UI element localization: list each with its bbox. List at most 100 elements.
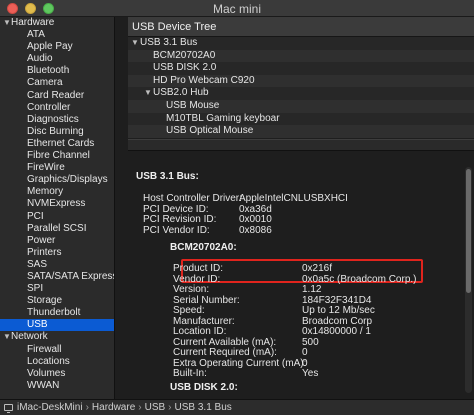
usb-device-tree: USB Device Tree ▼USB 3.1 Bus BCM20702A0 … <box>128 17 474 138</box>
tree-row-bcm20702a0[interactable]: BCM20702A0 <box>128 49 474 63</box>
path-segment[interactable]: iMac-DeskMini <box>17 402 83 413</box>
sidebar-item-parallel-scsi[interactable]: Parallel SCSI <box>0 223 114 235</box>
detail-value: Up to 12 Mb/sec <box>302 305 375 316</box>
detail-value: 0x0010 <box>239 214 272 225</box>
detail-key: Version: <box>173 284 210 295</box>
detail-row: Current Required (mA): 0 <box>173 347 473 358</box>
sidebar-item-apple-pay[interactable]: Apple Pay <box>0 41 114 53</box>
sidebar-item-card-reader[interactable]: Card Reader <box>0 90 114 102</box>
detail-row: Extra Operating Current (mA): 0 <box>173 358 473 369</box>
detail-key: Current Required (mA): <box>173 347 277 358</box>
sidebar-item-firewall[interactable]: Firewall <box>0 344 114 356</box>
detail-key: Location ID: <box>173 326 227 337</box>
sidebar-item-pci[interactable]: PCI <box>0 211 114 223</box>
sidebar-group-label: Hardware <box>11 17 55 28</box>
detail-value: Yes <box>302 368 319 379</box>
detail-value: 0x8086 <box>239 224 272 236</box>
detail-row: Speed: Up to 12 Mb/sec <box>173 305 473 316</box>
sidebar-item-thunderbolt[interactable]: Thunderbolt <box>0 307 114 319</box>
tree-row-label: USB 3.1 Bus <box>140 37 198 48</box>
sidebar-item-printers[interactable]: Printers <box>0 247 114 259</box>
detail-key: Speed: <box>173 305 205 316</box>
detail-key: Built-In: <box>173 368 207 379</box>
detail-value: 1.12 <box>302 284 322 295</box>
detail-row: PCI Revision ID: 0x0010 <box>143 214 443 225</box>
tree-row-label: USB Optical Mouse <box>166 125 254 137</box>
sidebar-item-sas[interactable]: SAS <box>0 259 114 271</box>
detail-key: Extra Operating Current (mA): <box>173 357 307 369</box>
sidebar-item-bluetooth[interactable]: Bluetooth <box>0 65 114 77</box>
tree-row-webcam[interactable]: HD Pro Webcam C920 <box>128 74 474 88</box>
tree-row-usb2-hub[interactable]: ▼USB2.0 Hub <box>128 87 474 100</box>
sidebar-item-audio[interactable]: Audio <box>0 53 114 65</box>
detail-value: 0x14800000 / 1 <box>302 326 371 337</box>
detail-value: 184F32F341D4 <box>302 294 372 306</box>
path-segment[interactable]: USB <box>145 402 166 413</box>
sidebar-item-power[interactable]: Power <box>0 235 114 247</box>
tree-header[interactable]: USB Device Tree <box>128 17 474 37</box>
split-view-divider[interactable] <box>128 139 474 151</box>
sidebar-item-nvmexpress[interactable]: NVMExpress <box>0 198 114 210</box>
computer-icon <box>4 404 13 413</box>
tree-row-label: HD Pro Webcam C920 <box>153 74 255 86</box>
sidebar-group-label: Network <box>11 331 48 343</box>
sidebar-item-firewire[interactable]: FireWire <box>0 162 114 174</box>
detail-key: Manufacturer: <box>173 315 235 327</box>
detail-key: PCI Device ID: <box>143 203 209 215</box>
tree-row-label: USB2.0 Hub <box>153 87 209 99</box>
tree-row-optical-mouse[interactable]: USB Optical Mouse <box>128 125 474 138</box>
detail-value: AppleIntelCNLUSBXHCI <box>239 193 348 204</box>
sidebar-item-disc-burning[interactable]: Disc Burning <box>0 126 114 138</box>
sidebar-item-ethernet-cards[interactable]: Ethernet Cards <box>0 138 114 150</box>
sidebar-item-camera[interactable]: Camera <box>0 77 114 89</box>
detail-value: 0x216f <box>302 263 333 274</box>
sidebar-group-hardware[interactable]: ▼Hardware <box>0 17 114 29</box>
detail-row: Host Controller Driver: AppleIntelCNLUSBX… <box>143 193 443 204</box>
path-segment[interactable]: USB 3.1 Bus <box>175 402 232 413</box>
tree-row-label: USB Mouse <box>166 99 220 111</box>
path-bar: iMac-DeskMini › Hardware › USB › USB 3.1 Bus <box>0 399 474 415</box>
disclosure-down-icon[interactable]: ▼ <box>131 37 140 50</box>
tree-row-gaming-keyboard[interactable]: M10TBL Gaming keyboar <box>128 113 474 126</box>
sidebar-item-memory[interactable]: Memory <box>0 186 114 198</box>
detail-key: PCI Revision ID: <box>143 214 217 225</box>
sidebar-item-sata-sata-express[interactable]: SATA/SATA Express <box>0 271 114 283</box>
detail-value: 0x0a5c (Broadcom Corp.) <box>302 273 417 285</box>
window-title: Mac mini <box>212 2 261 16</box>
sidebar-item-diagnostics[interactable]: Diagnostics <box>0 114 114 126</box>
sidebar-item-usb[interactable]: USB <box>0 319 114 332</box>
sidebar-item-ata[interactable]: ATA <box>0 29 114 41</box>
sidebar-item-controller[interactable]: Controller <box>0 102 114 114</box>
detail-value: 0 <box>302 357 308 369</box>
path-segment[interactable]: Hardware <box>92 402 135 413</box>
detail-value: 500 <box>302 336 319 348</box>
detail-key: Current Available (mA): <box>173 336 277 348</box>
detail-row: Vendor ID: 0x0a5c (Broadcom Corp.) <box>173 274 473 285</box>
disclosure-down-icon[interactable]: ▼ <box>144 87 153 100</box>
detail-key: PCI Vendor ID: <box>143 224 210 236</box>
sidebar-item-graphics-displays[interactable]: Graphics/Displays <box>0 174 114 186</box>
detail-key: Vendor ID: <box>173 273 221 285</box>
detail-row: Built-In: Yes <box>173 368 473 379</box>
sidebar-item-locations[interactable]: Locations <box>0 356 114 368</box>
sidebar-item-storage[interactable]: Storage <box>0 295 114 307</box>
disclosure-down-icon[interactable]: ▼ <box>3 17 11 29</box>
title-bar: Mac mini <box>0 0 474 17</box>
detail-value: 0xa36d <box>239 203 272 215</box>
sidebar-item-fibre-channel[interactable]: Fibre Channel <box>0 150 114 162</box>
tree-row-usb-disk[interactable]: USB DISK 2.0 <box>128 62 474 75</box>
main-content: USB Device Tree ▼USB 3.1 Bus BCM20702A0 … <box>116 17 474 399</box>
tree-row-usb-3-1-bus[interactable]: ▼USB 3.1 Bus <box>128 37 474 50</box>
tree-row-usb-mouse[interactable]: USB Mouse <box>128 99 474 113</box>
tree-row-label: M10TBL Gaming keyboar <box>166 112 280 124</box>
detail-value: Broadcom Corp <box>302 315 373 327</box>
chevron-right-icon: › <box>168 402 172 413</box>
detail-row: Manufacturer: Broadcom Corp <box>173 316 473 327</box>
sidebar-item-wwan[interactable]: WWAN <box>0 380 114 392</box>
sidebar-item-volumes[interactable]: Volumes <box>0 368 114 380</box>
detail-row: Current Available (mA): 500 <box>173 337 473 348</box>
sidebar-group-network[interactable]: ▼Network <box>0 331 114 343</box>
disclosure-down-icon[interactable]: ▼ <box>3 331 11 343</box>
sidebar-item-spi[interactable]: SPI <box>0 283 114 295</box>
detail-key: Serial Number: <box>173 294 240 306</box>
